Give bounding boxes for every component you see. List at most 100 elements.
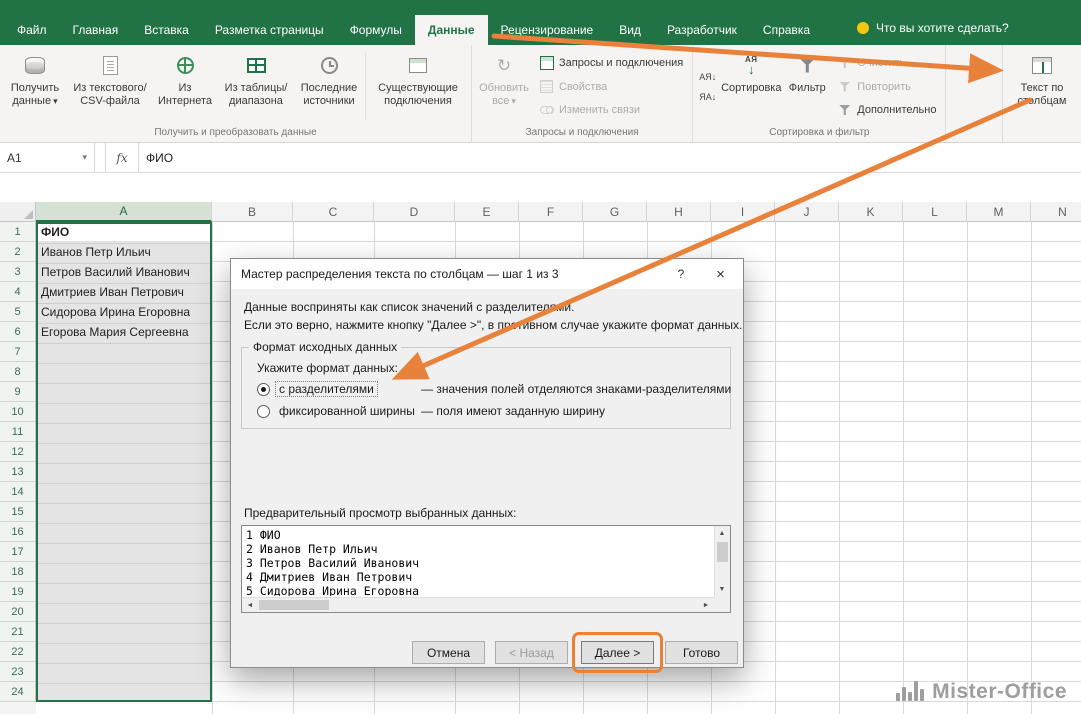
column-header-K[interactable]: K: [839, 202, 903, 222]
sort-ascending-button[interactable]: АЯ↓: [699, 72, 716, 82]
clear-filter-button[interactable]: Очистить: [833, 54, 940, 73]
row-header-19[interactable]: 19: [0, 582, 36, 602]
fixed-width-radio-label[interactable]: фиксированной ширины: [276, 404, 418, 418]
text-to-columns-button[interactable]: Текст по столбцам: [1006, 47, 1078, 126]
edit-links-button[interactable]: Изменить связи: [535, 101, 687, 120]
reapply-filter-button[interactable]: Повторить: [833, 77, 940, 96]
queries-connections-button[interactable]: Запросы и подключения: [535, 54, 687, 73]
chevron-down-icon[interactable]: ▾: [82, 152, 87, 163]
row-header-22[interactable]: 22: [0, 642, 36, 662]
row-header-12[interactable]: 12: [0, 442, 36, 462]
scroll-left-icon[interactable]: ◄: [242, 598, 258, 613]
row-header-2[interactable]: 2: [0, 242, 36, 262]
row-header-3[interactable]: 3: [0, 262, 36, 282]
cell-A3[interactable]: Петров Василий Иванович: [36, 262, 212, 282]
column-header-M[interactable]: M: [967, 202, 1031, 222]
column-header-L[interactable]: L: [903, 202, 967, 222]
column-header-G[interactable]: G: [583, 202, 647, 222]
column-header-J[interactable]: J: [775, 202, 839, 222]
ribbon-tab-insert[interactable]: Вставка: [131, 15, 202, 45]
recent-sources-button[interactable]: Последние источники: [295, 47, 363, 126]
row-header-9[interactable]: 9: [0, 382, 36, 402]
scroll-down-icon[interactable]: ▼: [714, 582, 730, 597]
row-header-11[interactable]: 11: [0, 422, 36, 442]
sort-descending-button[interactable]: ЯА↓: [699, 92, 716, 102]
ribbon-tab-developer[interactable]: Разработчик: [654, 15, 750, 45]
gridline: [903, 222, 904, 714]
row-header-1[interactable]: 1: [0, 222, 36, 242]
row-header-7[interactable]: 7: [0, 342, 36, 362]
row-header-20[interactable]: 20: [0, 602, 36, 622]
ribbon-tab-home[interactable]: Главная: [60, 15, 132, 45]
from-web-button[interactable]: Из Интернета: [153, 47, 217, 126]
preview-vertical-scrollbar[interactable]: ▲ ▼: [714, 526, 730, 597]
column-header-C[interactable]: C: [293, 202, 374, 222]
get-data-button[interactable]: Получить данные▾: [3, 47, 67, 126]
column-header-A[interactable]: A: [36, 202, 212, 222]
next-button[interactable]: Далее >: [581, 641, 654, 664]
help-button[interactable]: ?: [664, 259, 698, 289]
row-header-18[interactable]: 18: [0, 562, 36, 582]
ribbon-tab-view[interactable]: Вид: [606, 15, 654, 45]
formula-input[interactable]: ФИО: [139, 143, 1081, 172]
advanced-filter-button[interactable]: Дополнительно: [833, 101, 940, 120]
close-icon[interactable]: ×: [698, 259, 743, 289]
select-all-corner[interactable]: [0, 202, 36, 222]
ribbon-tab-help[interactable]: Справка: [750, 15, 823, 45]
fixed-width-radio[interactable]: [257, 405, 270, 418]
filter-button[interactable]: Фильтр: [783, 47, 831, 126]
row-header-13[interactable]: 13: [0, 462, 36, 482]
button-label: Дополнительно: [857, 104, 936, 116]
finish-button[interactable]: Готово: [665, 641, 738, 664]
cell-A4[interactable]: Дмитриев Иван Петрович: [36, 282, 212, 302]
properties-button[interactable]: Свойства: [535, 77, 687, 96]
vertical-scrollbar-thumb[interactable]: [717, 542, 728, 562]
column-header-I[interactable]: I: [711, 202, 775, 222]
horizontal-scrollbar-thumb[interactable]: [259, 600, 329, 610]
row-header-14[interactable]: 14: [0, 482, 36, 502]
name-box[interactable]: A1 ▾: [0, 143, 95, 172]
ribbon-tab-formulas[interactable]: Формулы: [337, 15, 415, 45]
back-button[interactable]: < Назад: [495, 641, 568, 664]
column-header-D[interactable]: D: [374, 202, 455, 222]
existing-connections-button[interactable]: Существующие подключения: [368, 47, 468, 126]
column-header-N[interactable]: N: [1031, 202, 1081, 222]
preview-horizontal-scrollbar[interactable]: ◄ ►: [242, 597, 714, 612]
row-header-10[interactable]: 10: [0, 402, 36, 422]
row-header-4[interactable]: 4: [0, 282, 36, 302]
refresh-all-button[interactable]: ↻ Обновить все▾: [475, 47, 533, 126]
cell-A1[interactable]: ФИО: [36, 222, 212, 242]
ribbon-tab-review[interactable]: Рецензирование: [488, 15, 607, 45]
insert-function-button[interactable]: fx: [106, 143, 139, 172]
scroll-right-icon[interactable]: ►: [698, 598, 714, 613]
sort-button[interactable]: АЯ↓ Сортировка: [719, 47, 783, 126]
from-table-range-button[interactable]: Из таблицы/ диапазона: [217, 47, 295, 126]
row-header-8[interactable]: 8: [0, 362, 36, 382]
row-header-17[interactable]: 17: [0, 542, 36, 562]
cell-A6[interactable]: Егорова Мария Сергеевна: [36, 322, 212, 342]
ribbon-tab-file[interactable]: Файл: [4, 15, 60, 45]
row-header-16[interactable]: 16: [0, 522, 36, 542]
cell-A5[interactable]: Сидорова Ирина Егоровна: [36, 302, 212, 322]
separator: [95, 143, 106, 172]
column-header-H[interactable]: H: [647, 202, 711, 222]
row-header-6[interactable]: 6: [0, 322, 36, 342]
cancel-button[interactable]: Отмена: [412, 641, 485, 664]
row-header-21[interactable]: 21: [0, 622, 36, 642]
from-text-csv-button[interactable]: Из текстового/ CSV-файла: [67, 47, 153, 126]
row-header-23[interactable]: 23: [0, 662, 36, 682]
delimited-radio-label[interactable]: с разделителями: [276, 382, 377, 396]
ribbon-tab-page-layout[interactable]: Разметка страницы: [202, 15, 337, 45]
row-header-24[interactable]: 24: [0, 682, 36, 702]
ribbon-tab-data[interactable]: Данные: [415, 15, 488, 45]
row-header-15[interactable]: 15: [0, 502, 36, 522]
row-header-5[interactable]: 5: [0, 302, 36, 322]
column-header-E[interactable]: E: [455, 202, 519, 222]
tell-me[interactable]: Что вы хотите сделать?: [857, 21, 1009, 45]
delimited-radio[interactable]: [257, 383, 270, 396]
column-header-F[interactable]: F: [519, 202, 583, 222]
column-header-B[interactable]: B: [212, 202, 293, 222]
scroll-up-icon[interactable]: ▲: [714, 526, 730, 541]
cell-A2[interactable]: Иванов Петр Ильич: [36, 242, 212, 262]
filter-funnel-icon: [799, 58, 816, 73]
